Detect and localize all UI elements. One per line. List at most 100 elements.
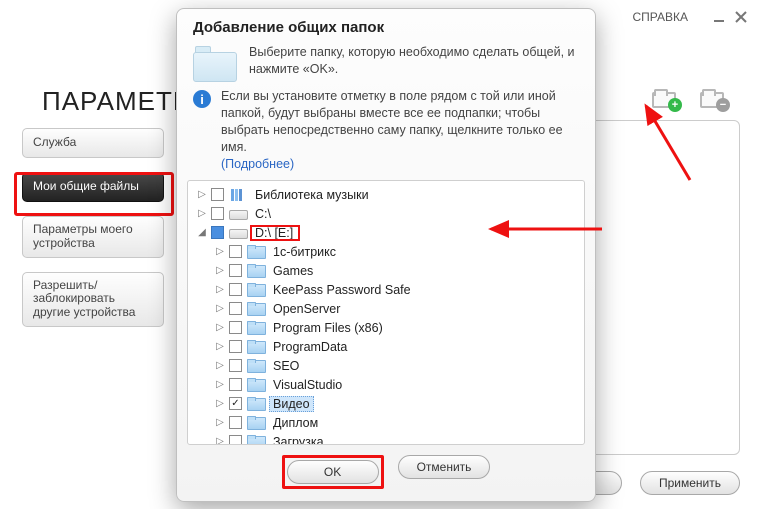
checkbox[interactable] — [211, 188, 224, 201]
help-link[interactable]: СПРАВКА — [633, 10, 689, 24]
sidebar-item-label: Разрешить/ заблокировать другие устройст… — [33, 279, 153, 320]
expand-icon[interactable]: ▷ — [196, 189, 208, 200]
tree-node-label[interactable]: Загрузка — [269, 435, 328, 445]
cancel-button[interactable]: Отменить — [398, 455, 491, 479]
expand-icon[interactable]: ▷ — [214, 265, 226, 276]
checkbox[interactable] — [229, 378, 242, 391]
folder-icon — [193, 46, 237, 82]
tree-node[interactable]: ▷ VisualStudio — [188, 375, 584, 394]
info-icon: i — [193, 90, 211, 108]
ok-button[interactable]: OK — [287, 460, 379, 484]
tree-node[interactable]: ▷ Загрузка — [188, 432, 584, 445]
sidebar-item-allow-block[interactable]: Разрешить/ заблокировать другие устройст… — [22, 272, 164, 327]
checkbox[interactable] — [229, 283, 242, 296]
expand-icon[interactable]: ▷ — [214, 284, 226, 295]
sidebar: Служба Мои общие файлы Параметры моего у… — [22, 128, 164, 341]
tree-node[interactable]: ▷ C:\ — [188, 204, 584, 223]
sidebar-item-service[interactable]: Служба — [22, 128, 164, 158]
tree-node-label[interactable]: OpenServer — [269, 302, 344, 316]
tree-node[interactable]: ◢ D:\ [E:] — [188, 223, 584, 242]
checkbox[interactable] — [229, 302, 242, 315]
tree-node-label[interactable]: KeePass Password Safe — [269, 283, 415, 297]
checkbox[interactable] — [229, 416, 242, 429]
checkbox[interactable] — [229, 245, 242, 258]
dialog-buttons: OK Отменить — [177, 445, 595, 501]
dialog-header: Выберите папку, которую необходимо сдела… — [177, 40, 595, 88]
tree-node[interactable]: ▷ Games — [188, 261, 584, 280]
sidebar-item-shared-files[interactable]: Мои общие файлы — [22, 172, 164, 202]
folder-icon — [247, 416, 265, 430]
sidebar-item-label: Параметры моего устройства — [33, 223, 153, 251]
tree-node[interactable]: ▷ ProgramData — [188, 337, 584, 356]
folder-icon — [247, 245, 265, 259]
expand-icon[interactable]: ▷ — [214, 246, 226, 257]
folder-icon — [247, 283, 265, 297]
expand-icon[interactable]: ▷ — [214, 379, 226, 390]
tree-node-label[interactable]: VisualStudio — [269, 378, 346, 392]
dialog-info: i Если вы установите отметку в поле рядо… — [177, 88, 595, 180]
expand-icon[interactable]: ▷ — [214, 360, 226, 371]
add-shared-folders-dialog: Добавление общих папок Выберите папку, к… — [176, 8, 596, 502]
checkbox[interactable] — [229, 321, 242, 334]
folder-remove-icon[interactable]: − — [700, 86, 726, 108]
expand-icon[interactable]: ◢ — [196, 227, 208, 238]
tree-node-label[interactable]: Games — [269, 264, 317, 278]
folder-icon — [247, 264, 265, 278]
dialog-info-text: Если вы установите отметку в поле рядом … — [221, 88, 579, 172]
tree-node-label[interactable]: Библиотека музыки — [251, 188, 373, 202]
expand-icon[interactable]: ▷ — [214, 417, 226, 428]
expand-icon[interactable]: ▷ — [196, 208, 208, 219]
dialog-intro: Выберите папку, которую необходимо сдела… — [249, 44, 579, 82]
folder-add-icon[interactable]: + — [652, 86, 678, 108]
tree-node[interactable]: ▷ Библиотека музыки — [188, 185, 584, 204]
tree-node-label[interactable]: SEO — [269, 359, 303, 373]
sidebar-item-device-settings[interactable]: Параметры моего устройства — [22, 216, 164, 258]
minimize-icon[interactable] — [708, 6, 730, 28]
tree-node[interactable]: ▷✓ Видео — [188, 394, 584, 413]
dialog-info-line: Если вы установите отметку в поле рядом … — [221, 89, 563, 154]
folder-icon — [247, 302, 265, 316]
more-link[interactable]: (Подробнее) — [221, 157, 294, 171]
sidebar-item-label: Мои общие файлы — [33, 180, 139, 194]
sidebar-item-label: Служба — [33, 136, 76, 150]
dialog-title: Добавление общих папок — [177, 9, 595, 40]
checkbox[interactable]: ✓ — [229, 397, 242, 410]
apply-button[interactable]: Применить — [640, 471, 740, 495]
tree-node[interactable]: ▷ KeePass Password Safe — [188, 280, 584, 299]
folder-icon — [247, 359, 265, 373]
tree-node[interactable]: ▷ OpenServer — [188, 299, 584, 318]
tree-node-label[interactable]: Видео — [269, 396, 314, 412]
expand-icon[interactable]: ▷ — [214, 322, 226, 333]
tree-node-label[interactable]: Program Files (x86) — [269, 321, 387, 335]
library-icon — [229, 188, 247, 202]
folder-icon — [247, 340, 265, 354]
folder-tree[interactable]: ▷ Библиотека музыки ▷ C:\ ◢ D:\ [E:] ▷ 1с-битри… — [187, 180, 585, 445]
checkbox[interactable] — [229, 359, 242, 372]
checkbox[interactable] — [229, 340, 242, 353]
tree-node-label[interactable]: 1с-битрикс — [269, 245, 340, 259]
tree-node-label[interactable]: C:\ — [251, 207, 275, 221]
tree-node-label[interactable]: ProgramData — [269, 340, 351, 354]
expand-icon[interactable]: ▷ — [214, 303, 226, 314]
checkbox[interactable] — [211, 226, 224, 239]
folder-icon — [247, 378, 265, 392]
tree-node[interactable]: ▷ Program Files (x86) — [188, 318, 584, 337]
checkbox[interactable] — [229, 435, 242, 445]
toolbar: + − — [652, 86, 726, 108]
tree-node[interactable]: ▷ Диплом — [188, 413, 584, 432]
folder-icon — [247, 321, 265, 335]
folder-icon — [247, 397, 265, 411]
folder-icon — [247, 435, 265, 445]
tree-node[interactable]: ▷ SEO — [188, 356, 584, 375]
expand-icon[interactable]: ▷ — [214, 398, 226, 409]
checkbox[interactable] — [229, 264, 242, 277]
expand-icon[interactable]: ▷ — [214, 341, 226, 352]
tree-node[interactable]: ▷ 1с-битрикс — [188, 242, 584, 261]
tree-node-label[interactable]: Диплом — [269, 416, 322, 430]
tree-node-label[interactable]: D:\ [E:] — [251, 226, 299, 240]
close-icon[interactable] — [730, 6, 752, 28]
drive-icon — [229, 207, 247, 221]
drive-icon — [229, 226, 247, 240]
checkbox[interactable] — [211, 207, 224, 220]
expand-icon[interactable]: ▷ — [214, 436, 226, 445]
